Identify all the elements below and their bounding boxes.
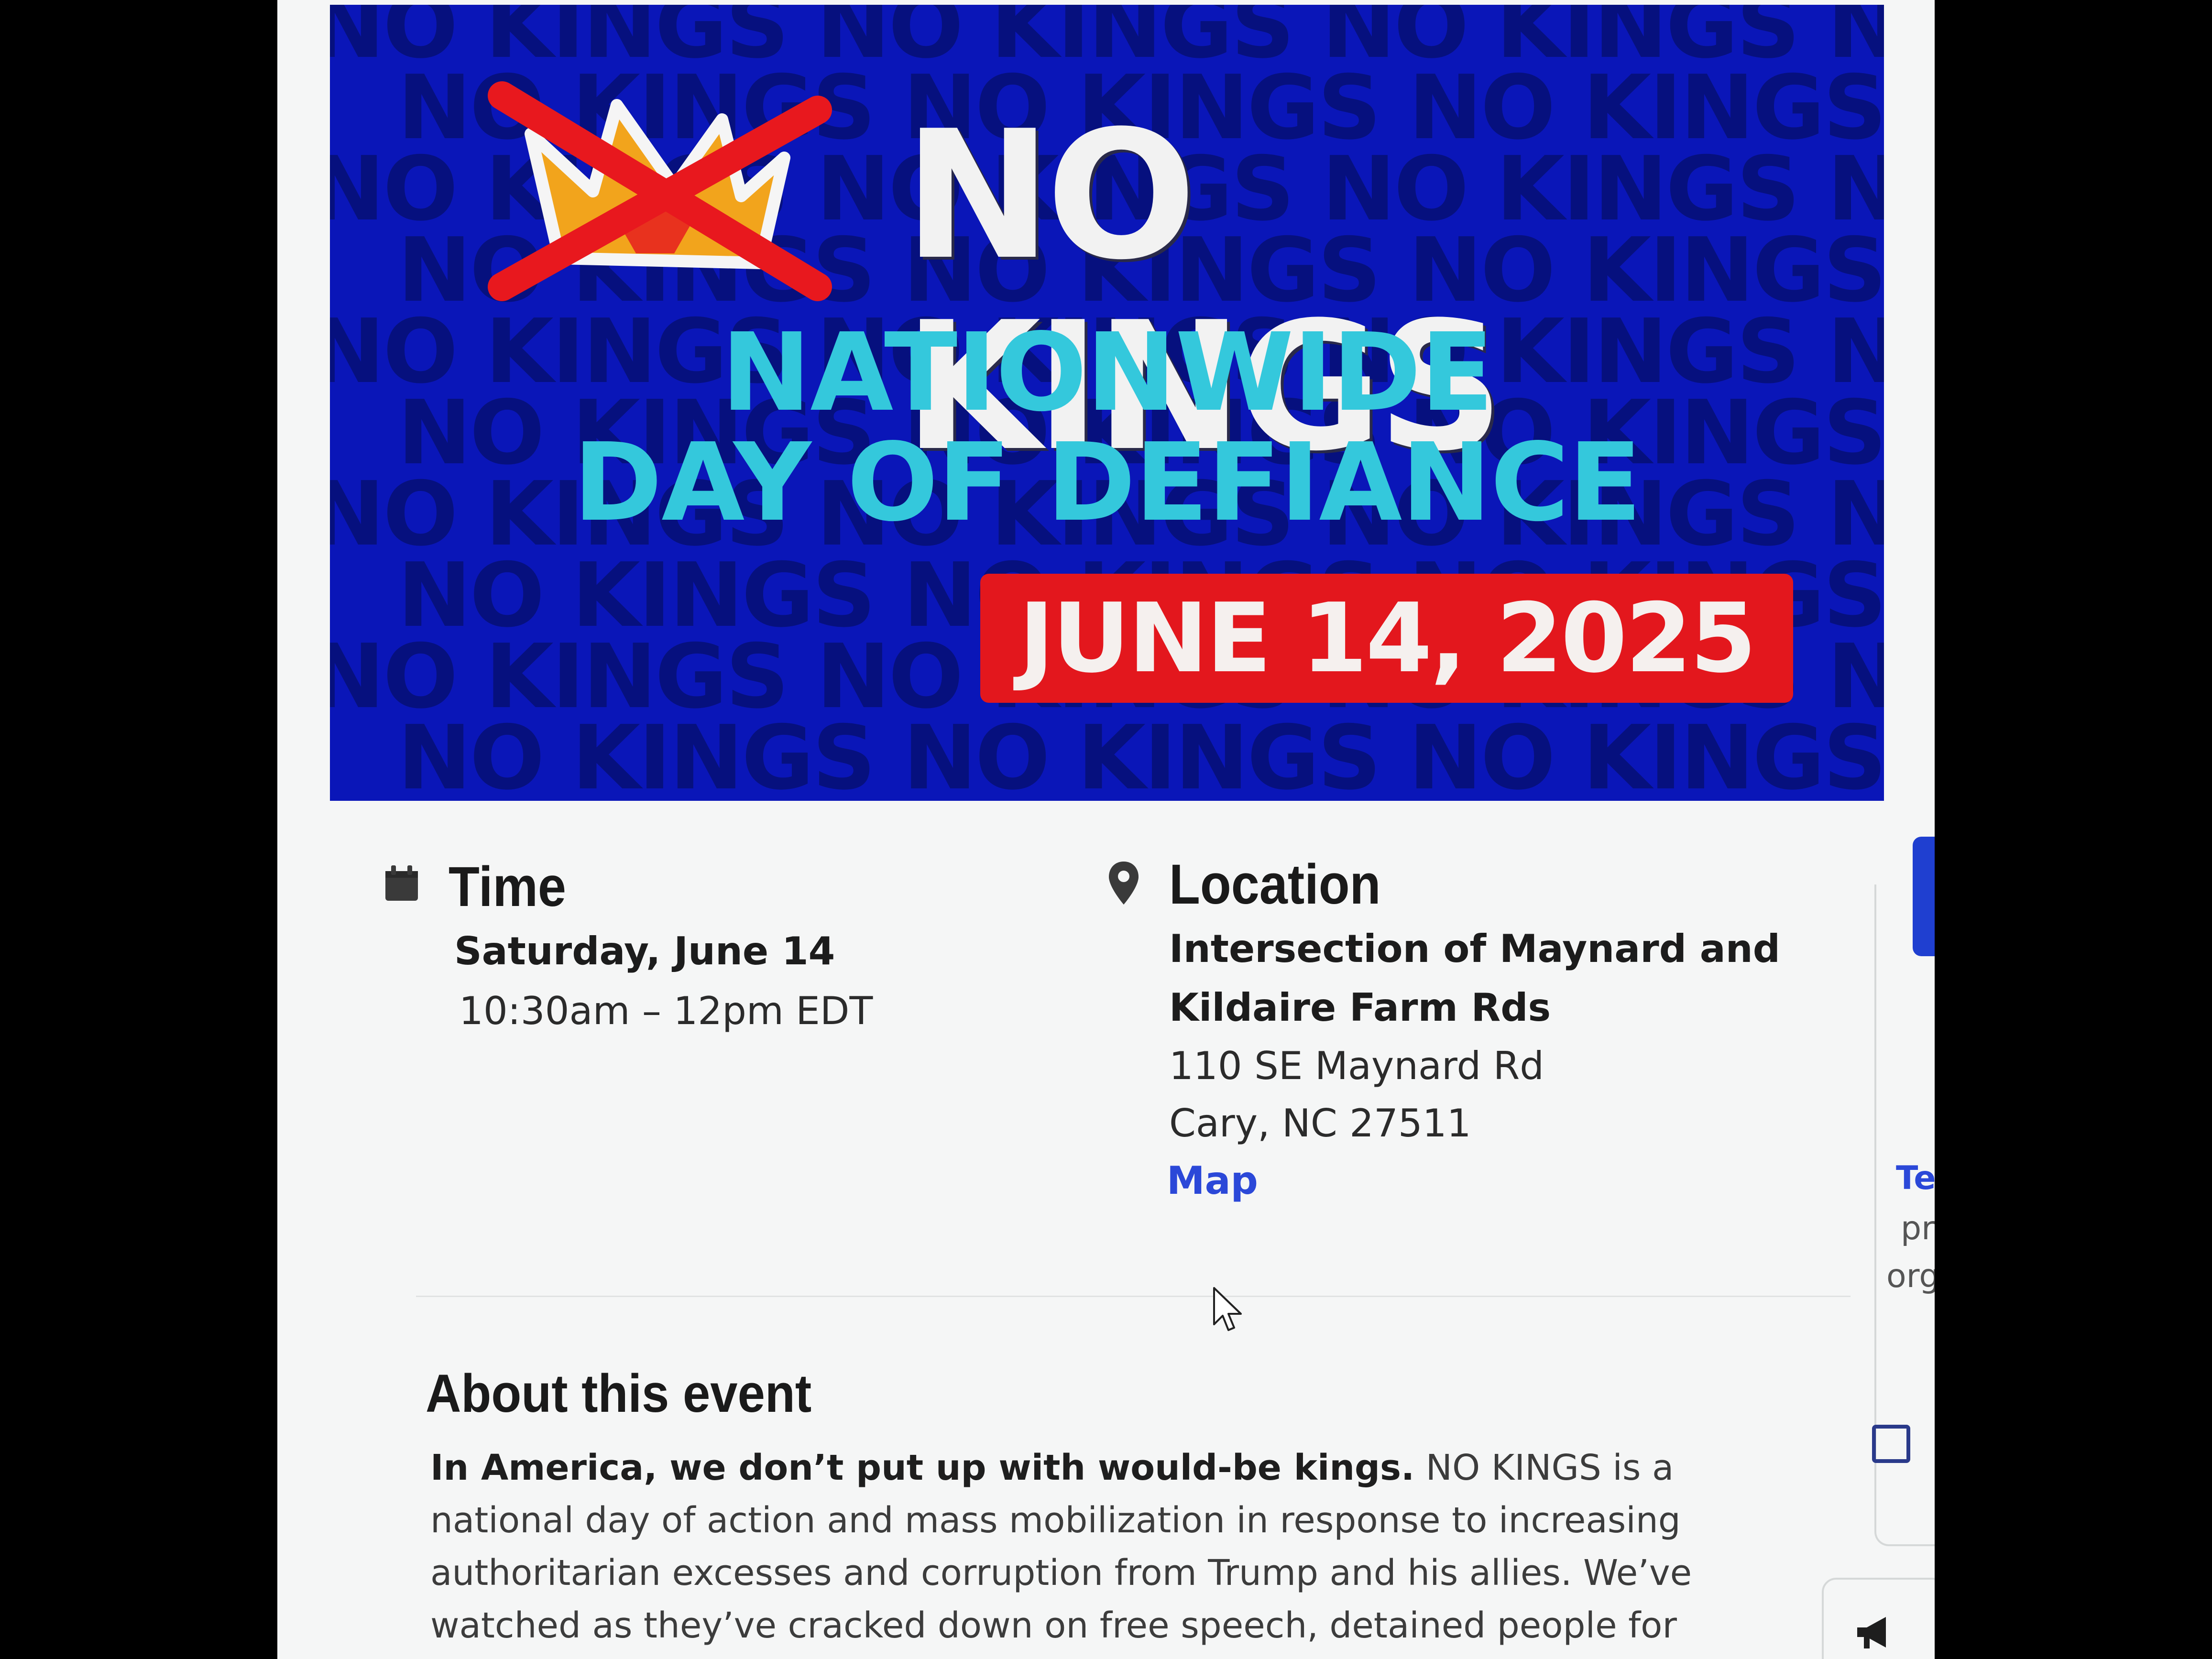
about-heading: About this event xyxy=(426,1364,812,1423)
browser-viewport: NO KINGS NO KINGS NO KINGS NO KINGS NO K… xyxy=(277,0,1935,1659)
banner-subtitle-line2: DAY OF DEFIANCE xyxy=(573,420,1642,546)
banner-subtitle-line1: NATIONWIDE xyxy=(721,310,1494,436)
map-link[interactable]: Map xyxy=(1167,1157,1258,1205)
banner-date-text: JUNE 14, 2025 xyxy=(1018,582,1756,694)
sidebar-bottom-card xyxy=(1822,1578,1935,1659)
location-street: 110 SE Maynard Rd xyxy=(1169,1044,1544,1088)
sidebar-text-fragment2: org xyxy=(1886,1257,1935,1295)
banner-date-badge: JUNE 14, 2025 xyxy=(980,574,1793,703)
location-name-line2: Kildaire Farm Rds xyxy=(1169,985,1551,1030)
event-hours: 10:30am – 12pm EDT xyxy=(459,989,873,1033)
event-date: Saturday, June 14 xyxy=(454,929,835,973)
megaphone-icon xyxy=(1857,1617,1886,1648)
sidebar-link-fragment[interactable]: Te xyxy=(1896,1157,1935,1200)
event-banner-image: NO KINGS NO KINGS NO KINGS NO KINGS NO K… xyxy=(330,5,1884,801)
location-name-line1: Intersection of Maynard and xyxy=(1169,927,1781,971)
about-lead: In America, we don’t put up with would-b… xyxy=(430,1447,1415,1488)
location-heading: Location xyxy=(1169,853,1381,916)
map-pin-icon xyxy=(1109,862,1139,905)
mouse-cursor-icon xyxy=(1213,1287,1242,1331)
sidebar-checkbox[interactable] xyxy=(1872,1425,1910,1463)
section-divider xyxy=(416,1296,1851,1297)
sidebar-text-fragment1: pr xyxy=(1901,1210,1935,1247)
time-heading: Time xyxy=(449,855,566,918)
about-description: In America, we don’t put up with would-b… xyxy=(430,1441,1712,1659)
calendar-icon xyxy=(385,865,418,901)
location-city: Cary, NC 27511 xyxy=(1169,1101,1471,1146)
crossed-out-crown-icon xyxy=(488,81,832,301)
